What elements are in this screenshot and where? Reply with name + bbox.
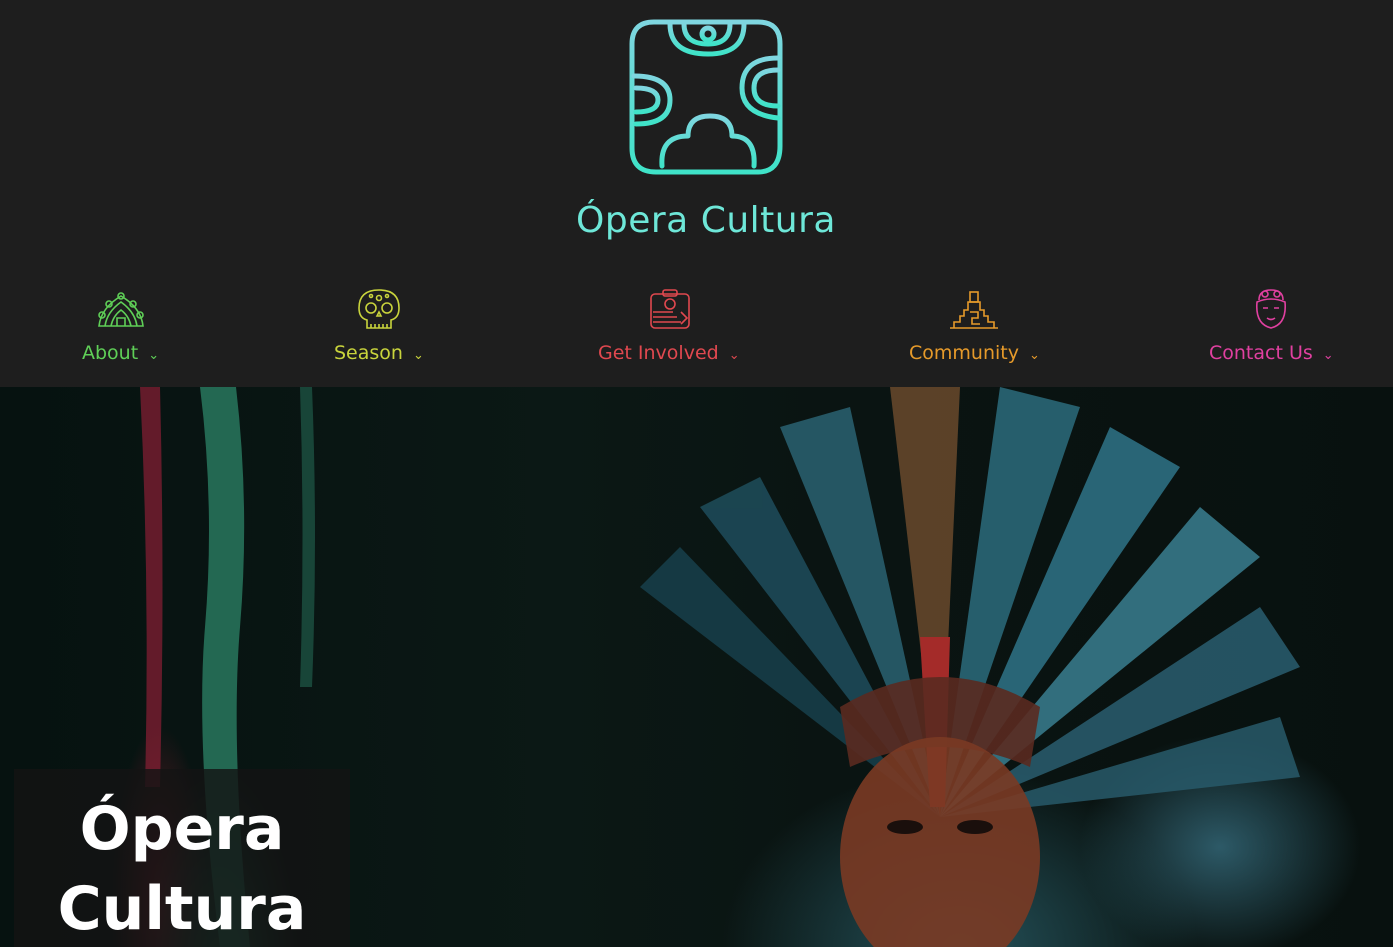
nav-label-community: Community xyxy=(909,342,1019,364)
chevron-down-icon: ⌄ xyxy=(412,348,424,363)
nav-label-contact-us: Contact Us xyxy=(1209,342,1313,364)
nav-item-community[interactable]: Community ⌄ xyxy=(909,286,1040,376)
chevron-down-icon: ⌄ xyxy=(1322,348,1334,363)
face-portrait-icon xyxy=(1256,289,1287,329)
site-header: Ópera Cultura About ⌄ Season ⌄ Get Invol… xyxy=(0,0,1393,387)
nav-label-about: About xyxy=(82,342,139,364)
brand-name[interactable]: Ópera Cultura xyxy=(540,200,872,241)
hero-title: Ópera Cultura xyxy=(14,789,350,947)
peacock-feathers-icon xyxy=(97,292,144,327)
mayan-glyph-icon[interactable] xyxy=(626,14,786,179)
chevron-down-icon: ⌄ xyxy=(728,348,740,363)
nav-label-get-involved: Get Involved xyxy=(598,342,719,364)
chevron-down-icon: ⌄ xyxy=(1028,348,1040,363)
hero-title-line2: Cultura xyxy=(57,874,307,944)
nav-label-season: Season xyxy=(334,342,403,364)
glyph-box-icon xyxy=(649,289,690,329)
nav-item-about[interactable]: About ⌄ xyxy=(82,286,159,376)
sugar-skull-icon xyxy=(358,289,400,329)
pyramid-icon xyxy=(950,291,999,329)
nav-item-contact-us[interactable]: Contact Us ⌄ xyxy=(1209,286,1334,376)
nav-item-get-involved[interactable]: Get Involved ⌄ xyxy=(598,286,740,376)
hero-caption: Ópera Cultura xyxy=(14,769,350,947)
hero-title-line1: Ópera xyxy=(79,794,285,864)
chevron-down-icon: ⌄ xyxy=(148,348,160,363)
nav-item-season[interactable]: Season ⌄ xyxy=(334,286,424,376)
page: Ópera Cultura About ⌄ Season ⌄ Get Invol… xyxy=(0,0,1393,947)
hero-banner: Ópera Cultura xyxy=(0,387,1393,947)
